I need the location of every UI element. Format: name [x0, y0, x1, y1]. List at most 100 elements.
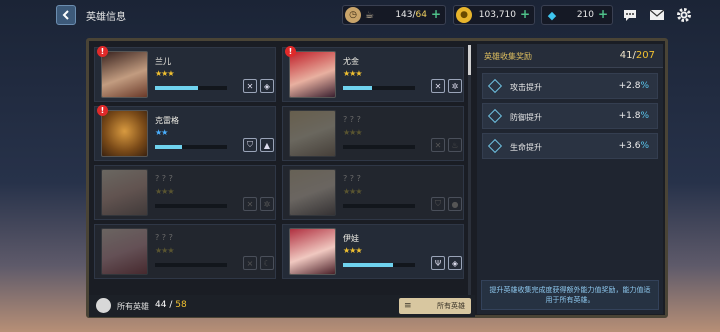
crossed-swords-icon: ✕: [431, 79, 445, 93]
gold-value: 103,710: [478, 10, 516, 20]
owned-count: 44: [155, 300, 167, 310]
hero-collection-icon: [96, 298, 111, 313]
collection-note: 提升英雄收集完成度获得额外能力值奖励，能力值适用于所有英雄。: [481, 280, 659, 310]
gear-element-icon: ✲: [260, 197, 274, 211]
trident-icon: Ψ: [431, 256, 445, 270]
alert-icon: !: [97, 46, 108, 57]
moon-icon: ☾: [260, 256, 274, 270]
hero-name: ? ? ?: [155, 233, 173, 242]
hero-stars: ★★★: [155, 69, 174, 78]
collection-title: 英雄收集奖励: [484, 52, 532, 61]
hero-name: 尤金: [343, 57, 359, 66]
crossed-swords-icon: ✕: [243, 79, 257, 93]
chat-bubble-icon: [624, 10, 636, 21]
bonus-value: +1.8%: [618, 111, 649, 121]
alert-icon: !: [285, 46, 296, 57]
water-drop-icon: ●: [448, 197, 462, 211]
hero-portrait: [101, 228, 148, 275]
hero-card-locked[interactable]: ? ? ? ★★★ ⨯ ☾: [94, 224, 276, 279]
hero-card[interactable]: ! 克雷格 ★★ ⛉ ▲: [94, 105, 276, 161]
stamina-max: 64: [415, 10, 427, 20]
hero-progress-bar: [343, 145, 415, 149]
element-diamond-icon: ◈: [260, 79, 274, 93]
attack-bonus-row: 攻击提升 +2.8%: [482, 73, 658, 99]
hero-progress-bar: [343, 86, 415, 90]
mountain-icon: ▲: [260, 138, 274, 152]
hero-card[interactable]: ! 尤金 ★★★ ✕ ✲: [282, 46, 464, 102]
add-gems-button[interactable]: +: [598, 7, 608, 21]
hero-name: 兰儿: [155, 57, 171, 66]
page-title: 英雄信息: [86, 12, 126, 23]
hero-portrait: [101, 51, 148, 98]
hero-portrait: [289, 169, 336, 216]
add-stamina-button[interactable]: +: [431, 7, 441, 21]
chat-button[interactable]: [620, 5, 640, 25]
hero-stars: ★★★: [343, 128, 362, 137]
bonus-label: 生命提升: [510, 143, 542, 152]
gear-icon: [677, 8, 691, 22]
settings-button[interactable]: [674, 5, 694, 25]
hero-stars: ★★: [155, 128, 168, 137]
diamond-bullet-icon: [487, 138, 503, 154]
hero-name: 伊娃: [343, 234, 359, 243]
hero-progress-bar: [155, 263, 227, 267]
chevron-left-icon: [62, 10, 69, 20]
hero-name: ? ? ?: [155, 174, 173, 183]
hero-name: ? ? ?: [343, 174, 361, 183]
all-heroes-label: 所有英雄: [117, 302, 149, 311]
filter-label: 所有英雄: [437, 302, 465, 310]
shield-icon: ⛉: [431, 197, 445, 211]
filter-dropdown-button[interactable]: ≡ 所有英雄: [399, 298, 471, 314]
stamina-counter[interactable]: ◷ ☕ 143/64 +: [342, 5, 446, 25]
hero-portrait: [289, 110, 336, 157]
bonus-label: 防御提升: [510, 113, 542, 122]
health-bonus-row: 生命提升 +3.6%: [482, 133, 658, 159]
envelope-icon: [649, 9, 665, 20]
hero-card-locked[interactable]: ? ? ? ★★★ ✕ ✲: [94, 165, 276, 220]
list-icon: ≡: [404, 301, 412, 311]
hero-count-bar: 所有英雄 44 / 58 ≡ 所有英雄: [89, 295, 475, 317]
stamina-value: 143: [395, 10, 413, 20]
collection-count: 41/207: [619, 50, 655, 61]
hero-list-scrollbar[interactable]: [468, 45, 471, 295]
back-button[interactable]: [56, 5, 76, 25]
hero-info-panel: ! 兰儿 ★★★ ✕ ◈ ! 尤金 ★★★ ✕ ✲ ! 克雷格 ★★ ⛉ ▲ ?…: [86, 38, 668, 318]
collection-header: 英雄收集奖励 41/207: [477, 44, 663, 68]
hero-stars: ★★★: [155, 246, 174, 255]
crossed-swords-icon: ✕: [431, 138, 445, 152]
hero-progress-bar: [343, 263, 415, 267]
hero-portrait: [289, 51, 336, 98]
hero-card[interactable]: 伊娃 ★★★ Ψ ◈: [282, 224, 464, 279]
collection-reward-panel: 英雄收集奖励 41/207 攻击提升 +2.8% 防御提升 +1.8% 生命提升…: [477, 44, 663, 314]
hero-progress-bar: [155, 86, 227, 90]
top-bar: 英雄信息 ◷ ☕ 143/64 + ● 103,710 + ◆ 210 +: [0, 0, 720, 32]
alert-icon: !: [97, 105, 108, 116]
diamond-icon: ◆: [547, 8, 557, 22]
hero-stars: ★★★: [343, 246, 362, 255]
hero-progress-bar: [155, 204, 227, 208]
hero-progress-bar: [155, 145, 227, 149]
bonus-value: +2.8%: [618, 81, 649, 91]
gem-counter[interactable]: ◆ 210 +: [541, 5, 613, 25]
hero-stars: ★★★: [343, 187, 362, 196]
shield-icon: ⛉: [243, 138, 257, 152]
add-gold-button[interactable]: +: [520, 7, 530, 21]
hero-stars: ★★★: [155, 187, 174, 196]
hero-portrait: [101, 169, 148, 216]
hero-card-locked[interactable]: ? ? ? ★★★ ⛉ ●: [282, 165, 464, 220]
hero-stars: ★★★: [343, 69, 362, 78]
hero-card[interactable]: ! 兰儿 ★★★ ✕ ◈: [94, 46, 276, 102]
bonus-label: 攻击提升: [510, 83, 542, 92]
hero-portrait: [289, 228, 336, 275]
mail-button[interactable]: [647, 5, 667, 25]
hero-progress-bar: [343, 204, 415, 208]
gem-value: 210: [576, 10, 594, 20]
gold-counter[interactable]: ● 103,710 +: [453, 5, 535, 25]
coffee-cup-icon: ☕: [365, 9, 374, 21]
gold-coin-icon: ●: [456, 7, 472, 23]
hero-count: 44 / 58: [155, 300, 187, 310]
gear-element-icon: ✲: [448, 79, 462, 93]
hero-grid: ! 兰儿 ★★★ ✕ ◈ ! 尤金 ★★★ ✕ ✲ ! 克雷格 ★★ ⛉ ▲ ?…: [94, 44, 472, 296]
hero-card-locked[interactable]: ? ? ? ★★★ ✕ ♨: [282, 106, 464, 161]
diamond-bullet-icon: [487, 108, 503, 124]
